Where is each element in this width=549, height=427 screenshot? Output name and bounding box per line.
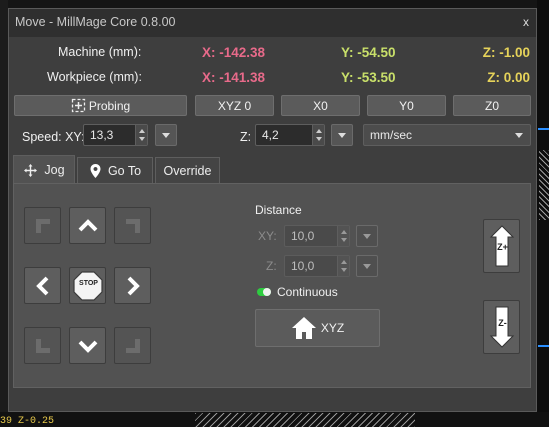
probing-label: Probing [88,98,131,113]
chevron-down-icon [162,132,170,138]
home-icon [291,317,316,339]
background-path-line [538,345,549,347]
zero-x-button[interactable]: X0 [281,95,360,116]
chevron-down-icon [363,263,371,269]
spin-arrows-icon [341,230,347,242]
chevron-down-icon [78,340,97,353]
speed-z-spinner[interactable] [312,125,324,145]
tab-goto[interactable]: Go To [77,157,153,184]
jog-right-button[interactable] [114,267,151,304]
jog-z-down-button[interactable]: Z- [483,300,520,354]
continuous-label: Continuous [277,285,338,299]
distance-xy-input[interactable]: 10,0 [284,225,350,247]
background-hatch [539,150,549,220]
zero-xyz-button[interactable]: XYZ 0 [195,95,274,116]
chevron-down-icon [515,133,523,138]
distance-xy-label: XY: [258,229,277,243]
speed-xy-spinner[interactable] [135,125,147,145]
distance-z-spinner[interactable] [337,256,349,276]
z-up-label: Z+ [497,242,508,252]
distance-z-value: 10,0 [291,259,315,273]
corner-arrow-up-right-icon [125,218,140,233]
tab-jog[interactable]: Jog [13,155,75,184]
spin-arrows-icon [139,129,145,141]
jog-up-right-button[interactable] [114,207,151,244]
corner-arrow-down-left-icon [35,338,50,353]
speed-xy-value: 13,3 [90,128,114,142]
corner-arrow-down-right-icon [125,338,140,353]
stop-label: STOP [79,280,98,287]
speed-xy-input[interactable]: 13,3 [83,124,148,146]
machine-x: X: -142.38 [202,45,266,60]
jog-down-left-button[interactable] [24,327,61,364]
speed-z-preset-dropdown[interactable] [331,124,353,146]
jog-panel: STOP Distance XY: 10,0 Z: 10,0 Continuou… [13,183,531,388]
background-path-line [538,128,549,130]
tab-jog-label: Jog [44,163,65,177]
distance-z-input[interactable]: 10,0 [284,255,350,277]
jog-down-right-button[interactable] [114,327,151,364]
speed-xy-label: Speed: XY: [22,130,85,144]
chevron-down-icon [363,233,371,239]
continuous-toggle[interactable] [257,288,271,296]
jog-down-button[interactable] [69,327,106,364]
chevron-left-icon [35,276,48,295]
tab-override-label: Override [163,164,212,178]
speed-z-label: Z: [240,130,252,144]
home-xyz-label: XYZ [320,321,345,335]
chevron-down-icon [338,132,346,138]
distance-xy-value: 10,0 [291,229,315,243]
jog-left-button[interactable] [24,267,61,304]
distance-label: Distance [255,203,302,217]
home-xyz-button[interactable]: XYZ [255,309,380,347]
distance-xy-dropdown[interactable] [356,225,378,247]
chevron-up-icon [78,218,97,231]
machine-y: Y: -54.50 [341,45,396,60]
corner-arrow-up-left-icon [35,218,50,233]
spin-arrows-icon [341,260,347,272]
background-gcode-text: 39 Z-0.25 [0,416,55,427]
speed-unit-value: mm/sec [370,128,412,142]
jog-up-left-button[interactable] [24,207,61,244]
stop-button[interactable]: STOP [69,267,106,304]
close-icon[interactable]: x [519,15,533,31]
background-hatch [195,413,415,427]
location-pin-icon [90,164,101,178]
speed-xy-preset-dropdown[interactable] [155,124,177,146]
z-down-label: Z- [498,318,507,328]
tab-override[interactable]: Override [155,157,220,184]
workpiece-z: Z: 0.00 [487,70,530,85]
workpiece-y: Y: -53.50 [341,70,396,85]
jog-up-button[interactable] [69,207,106,244]
distance-z-label: Z: [266,259,277,273]
background-canvas-left [0,0,8,427]
zero-z-button[interactable]: Z0 [453,95,531,116]
speed-z-value: 4,2 [262,128,279,142]
probe-target-icon [71,98,85,113]
chevron-right-icon [127,276,140,295]
title-bar[interactable]: Move - MillMage Core 0.8.00 x [9,9,536,37]
tab-goto-label: Go To [107,164,142,178]
workpiece-x: X: -141.38 [202,70,266,85]
distance-xy-spinner[interactable] [337,226,349,246]
zero-y-button[interactable]: Y0 [367,95,446,116]
machine-z: Z: -1.00 [482,45,530,60]
window-title: Move - MillMage Core 0.8.00 [15,15,176,29]
speed-unit-select[interactable]: mm/sec [363,124,531,146]
move-icon [24,163,38,177]
machine-label: Machine (mm): [58,45,142,59]
jog-z-up-button[interactable]: Z+ [483,219,520,273]
move-dialog: Move - MillMage Core 0.8.00 x Machine (m… [8,8,537,412]
toggle-knob [263,288,271,296]
spin-arrows-icon [316,129,322,141]
distance-z-dropdown[interactable] [356,255,378,277]
speed-z-input[interactable]: 4,2 [255,124,325,146]
probing-button[interactable]: Probing [14,95,187,116]
workpiece-label: Workpiece (mm): [47,70,142,84]
